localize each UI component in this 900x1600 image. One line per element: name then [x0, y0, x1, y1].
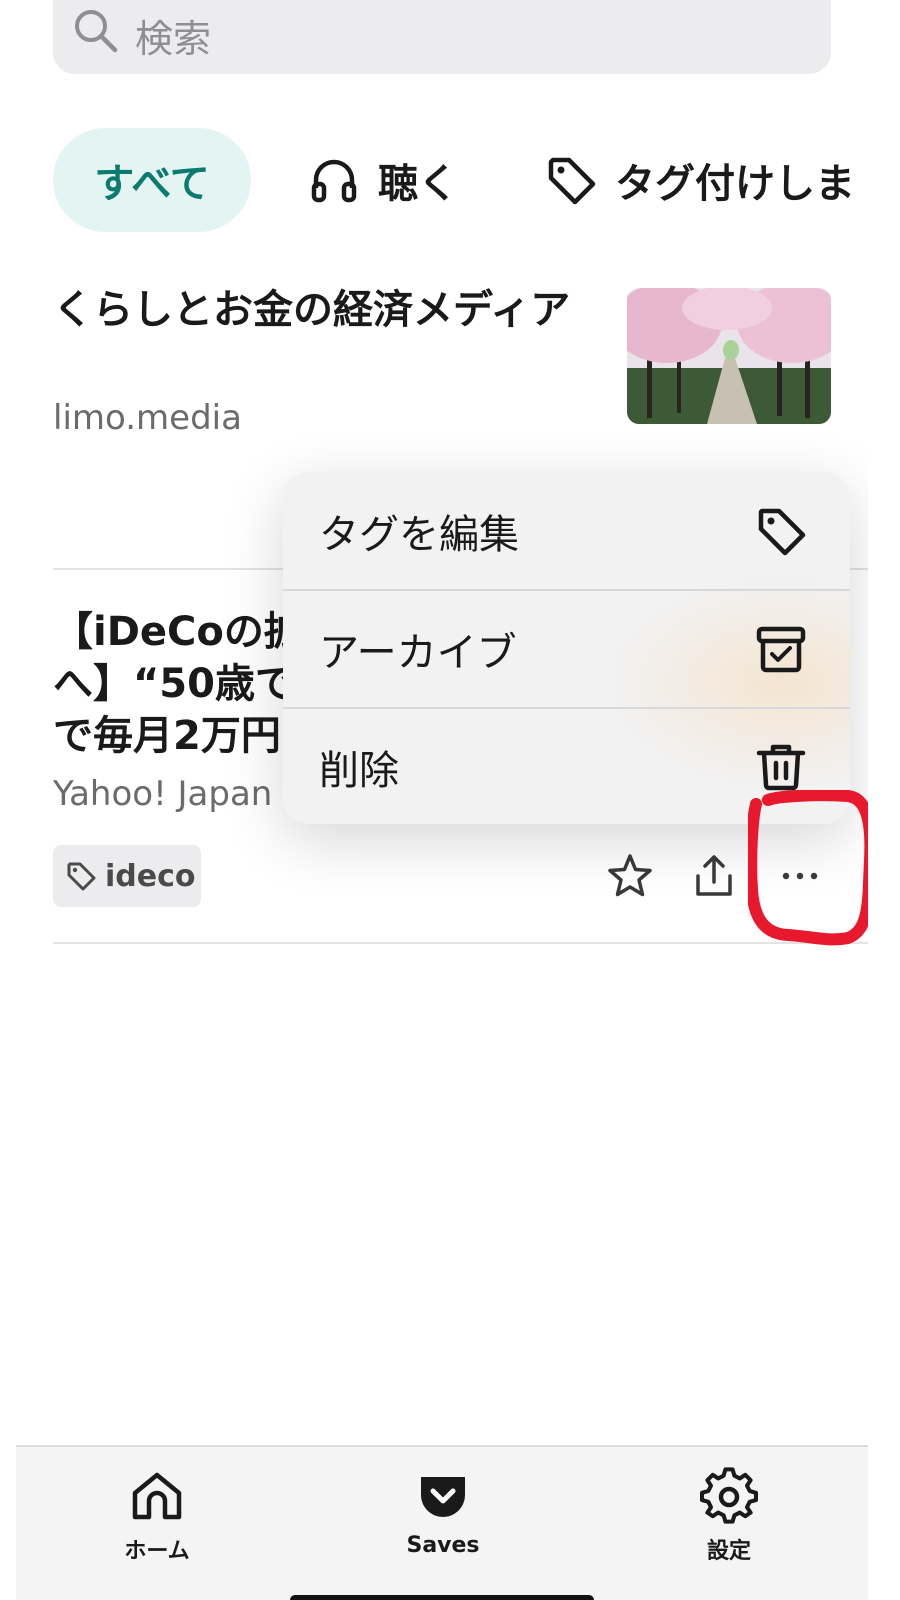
tag-icon [67, 862, 96, 891]
search-placeholder: 検索 [135, 17, 212, 61]
article-tag-label: ideco [105, 858, 196, 894]
menu-item-label: タグを編集 [319, 511, 519, 558]
menu-item-label: アーカイブ [319, 629, 517, 676]
search-icon [75, 10, 118, 53]
trash-icon [756, 744, 806, 790]
pocket-icon [421, 1477, 465, 1517]
tag-icon [758, 508, 806, 555]
tab-home-label: ホーム [124, 1539, 190, 1564]
gear-icon [699, 1467, 759, 1524]
article-title[interactable]: 【iDeCoの拡 へ】“50歳で で毎月2万円 [53, 606, 313, 762]
menu-item-label: 削除 [319, 747, 399, 794]
filter-chip-all-label: すべて [94, 161, 210, 207]
tab-home[interactable]: ホーム [87, 1467, 227, 1565]
context-menu: タグを編集 アーカイブ 削除 [283, 472, 850, 824]
tag-icon [548, 157, 596, 205]
filter-chip-listen-label: 聴く [378, 161, 458, 207]
article-title[interactable]: くらしとお金の経済メディア [53, 285, 573, 335]
tab-bar: ホーム Saves 設定 [16, 1445, 868, 1600]
home-indicator [290, 1595, 594, 1600]
article-source: limo.media [53, 398, 242, 438]
article-source: Yahoo! Japan [53, 774, 273, 814]
filter-chip-tagged-label: タグ付けしま [615, 161, 855, 207]
divider [53, 942, 868, 944]
tab-settings[interactable]: 設定 [659, 1467, 799, 1565]
home-icon [132, 1472, 182, 1520]
article-thumbnail[interactable] [627, 288, 831, 424]
filter-chip-listen[interactable]: 聴く [308, 128, 458, 232]
search-bar[interactable]: 検索 [53, 0, 831, 74]
red-circle-annotation [748, 790, 877, 946]
cherry-blossom-image [627, 288, 831, 424]
headphones-icon [311, 159, 357, 203]
menu-item-edit-tags[interactable]: タグを編集 [283, 472, 850, 589]
tab-saves-label: Saves [406, 1533, 480, 1558]
share-icon[interactable] [688, 850, 740, 902]
archive-icon [756, 626, 806, 672]
tab-saves[interactable]: Saves [373, 1467, 513, 1558]
menu-item-archive[interactable]: アーカイブ [283, 590, 850, 707]
article-tag[interactable]: ideco [53, 845, 201, 907]
screen: 検索 すべて 聴く タグ付けしま くらしとお金の経済メディア limo.medi… [0, 0, 900, 1600]
favorite-star-icon[interactable] [604, 850, 656, 902]
filter-chip-all[interactable]: すべて [53, 128, 251, 232]
tab-settings-label: 設定 [706, 1539, 751, 1564]
filter-chip-tagged[interactable]: タグ付けしま [545, 128, 855, 232]
